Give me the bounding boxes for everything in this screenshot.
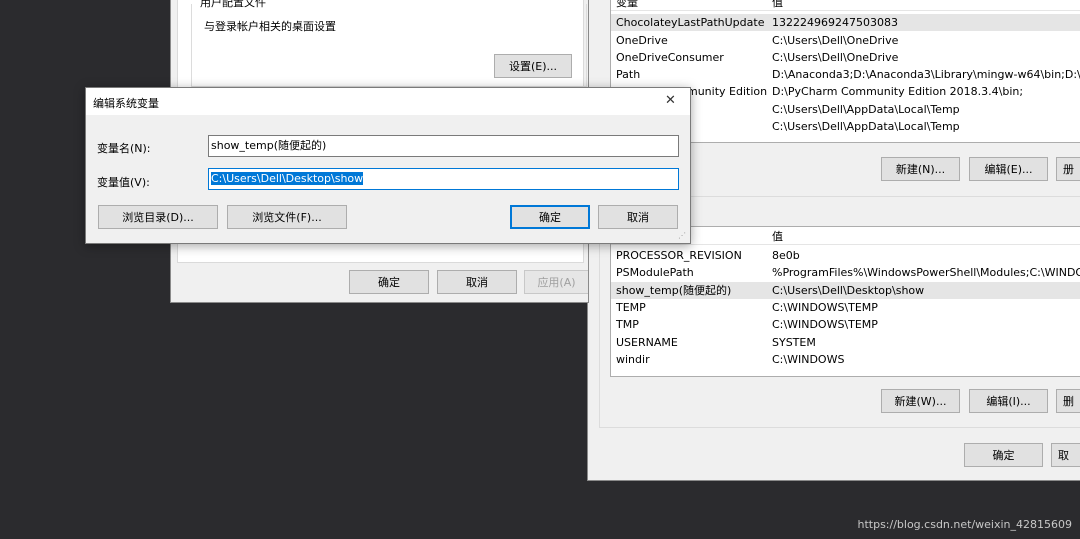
system-edit-button[interactable]: 编辑(I)... [969,389,1048,413]
edit-cancel-button[interactable]: 取消 [598,205,678,229]
user-new-button[interactable]: 新建(N)... [881,157,960,181]
variable-value: C:\Users\Dell\Desktop\show [772,284,925,297]
list-item[interactable]: Path D:\Anaconda3;D:\Anaconda3\Library\m… [611,66,1080,83]
variable-value: D:\PyCharm Community Edition 2018.3.4\bi… [772,85,1024,98]
variable-value: 132224969247503083 [772,16,898,29]
variable-value: C:\Users\Dell\OneDrive [772,34,899,47]
list-item[interactable]: OneDrive C:\Users\Dell\OneDrive [611,32,1080,49]
variable-name-label: 变量名(N): [97,142,151,155]
column-header-variable[interactable]: 变量 [616,0,638,10]
variable-name: show_temp(随便起的) [616,284,732,297]
list-item[interactable]: TEMP C:\WINDOWS\TEMP [611,299,1080,316]
variable-value: 8e0b [772,249,800,262]
variable-name: USERNAME [616,336,678,349]
list-item[interactable]: USERNAME SYSTEM [611,334,1080,351]
env-ok-button[interactable]: 确定 [964,443,1043,467]
variable-name: OneDrive [616,34,668,47]
edit-system-variable-dialog: 编辑系统变量 ✕ 变量名(N): show_temp(随便起的) 变量值(V):… [85,87,691,244]
system-delete-button[interactable]: 删 [1056,389,1080,413]
sysprop-ok-button[interactable]: 确定 [349,270,429,294]
browse-directory-button[interactable]: 浏览目录(D)... [98,205,218,229]
variable-value: C:\Users\Dell\AppData\Local\Temp [772,103,960,116]
variable-name: ChocolateyLastPathUpdate [616,16,765,29]
variable-value-field[interactable]: C:\Users\Dell\Desktop\show [208,168,679,190]
user-profile-description: 与登录帐户相关的桌面设置 [204,20,336,33]
list-item[interactable]: OneDriveConsumer C:\Users\Dell\OneDrive [611,49,1080,66]
user-delete-button[interactable]: 册 [1056,157,1080,181]
variable-value-label: 变量值(V): [97,176,150,189]
variable-name: PROCESSOR_REVISION [616,249,742,262]
sysprop-apply-button[interactable]: 应用(A) [524,270,588,294]
dialog-title: 编辑系统变量 [93,97,159,110]
env-cancel-button[interactable]: 取 [1051,443,1080,467]
sysprop-cancel-button[interactable]: 取消 [437,270,517,294]
user-profile-group-title: 用户配置文件 [198,0,268,10]
variable-name: TMP [616,318,639,331]
variable-value: C:\Users\Dell\AppData\Local\Temp [772,120,960,133]
column-header-value[interactable]: 值 [772,230,783,244]
column-header-value[interactable]: 值 [772,0,783,10]
resize-grip-icon[interactable]: ⋰ [678,231,686,240]
variable-name: Path [616,68,641,81]
system-variables-list[interactable]: 值 PROCESSOR_REVISION 8e0b PSModulePath %… [610,226,1080,377]
variable-value: C:\WINDOWS [772,353,845,366]
list-item-selected[interactable]: show_temp(随便起的) C:\Users\Dell\Desktop\sh… [611,282,1080,299]
close-icon[interactable]: ✕ [665,93,676,108]
title-bar[interactable]: 编辑系统变量 ✕ [86,88,690,115]
variable-value: SYSTEM [772,336,816,349]
variable-name: munity Edition [687,85,768,98]
profile-settings-button[interactable]: 设置(E)... [494,54,572,78]
list-item[interactable]: ChocolateyLastPathUpdate 132224969247503… [611,14,1080,31]
list-item[interactable]: PSModulePath %ProgramFiles%\WindowsPower… [611,264,1080,281]
edit-ok-button[interactable]: 确定 [510,205,590,229]
list-item[interactable]: PROCESSOR_REVISION 8e0b [611,247,1080,264]
user-edit-button[interactable]: 编辑(E)... [969,157,1048,181]
selected-text: C:\Users\Dell\Desktop\show [211,172,364,185]
variable-name: windir [616,353,650,366]
variable-value: %ProgramFiles%\WindowsPowerShell\Modules… [772,266,1080,279]
watermark: https://blog.csdn.net/weixin_42815609 [857,518,1072,531]
variable-value: C:\Users\Dell\OneDrive [772,51,899,64]
variable-name-field[interactable]: show_temp(随便起的) [208,135,679,157]
browse-file-button[interactable]: 浏览文件(F)... [227,205,347,229]
list-item[interactable]: TMP C:\WINDOWS\TEMP [611,316,1080,333]
variable-value: C:\WINDOWS\TEMP [772,318,878,331]
system-new-button[interactable]: 新建(W)... [881,389,960,413]
variable-value: D:\Anaconda3;D:\Anaconda3\Library\mingw-… [772,68,1080,81]
variable-name: PSModulePath [616,266,694,279]
variable-name: TEMP [616,301,646,314]
variable-name: OneDriveConsumer [616,51,724,64]
user-variables-header: 变量 值 [611,0,1080,11]
list-item[interactable]: windir C:\WINDOWS [611,351,1080,368]
variable-value: C:\WINDOWS\TEMP [772,301,878,314]
